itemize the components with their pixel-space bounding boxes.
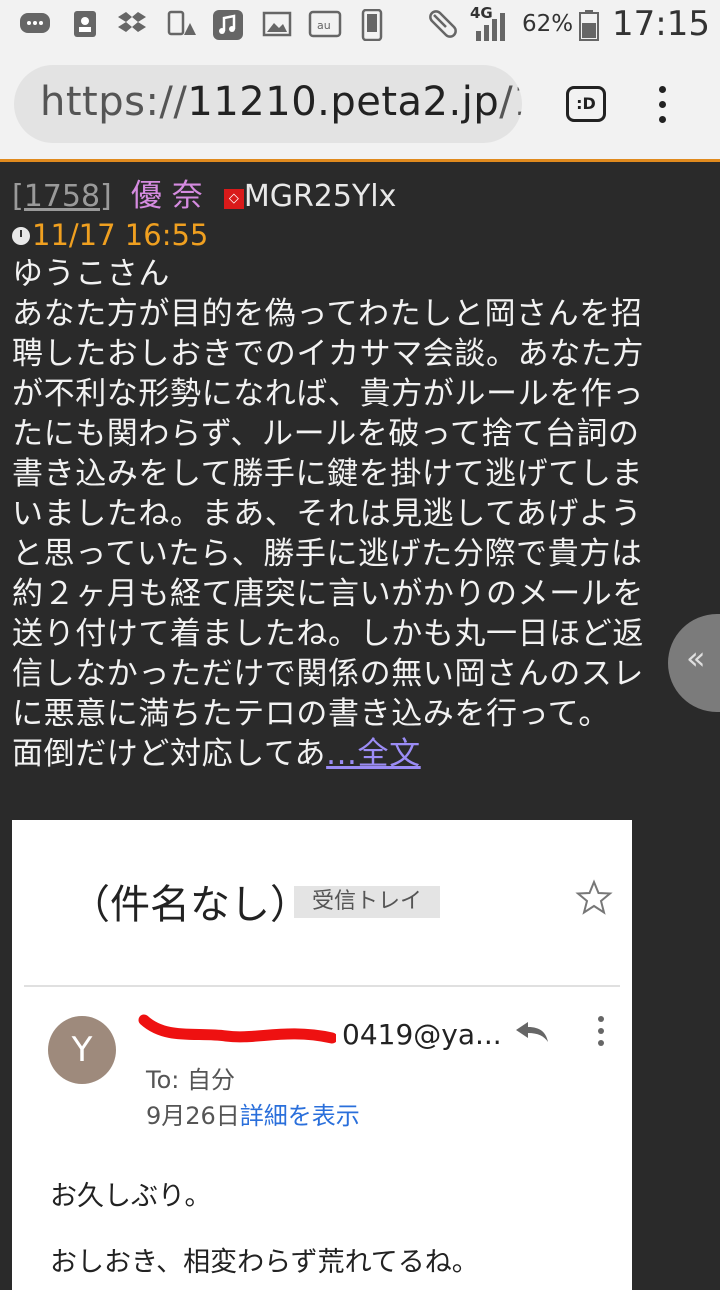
sender-text: 0419@ya... bbox=[342, 1018, 502, 1051]
post-line: あなた方が目的を偽ってわたしと岡さんを招 bbox=[12, 296, 643, 332]
double-chevron-left-icon: « bbox=[686, 639, 706, 677]
browser-toolbar: https://11210.peta2.jp/1: :D bbox=[0, 50, 720, 160]
email-divider bbox=[24, 985, 620, 987]
post-line: 信しなかっただけで関係の無い岡さんのスレ bbox=[12, 656, 644, 692]
svg-text:au: au bbox=[317, 19, 331, 32]
post-line: が不利な形勢になれば、貴方がルールを作っ bbox=[12, 376, 644, 412]
contacts-icon bbox=[74, 11, 96, 37]
post-last-line: 面倒だけど対応してあ...全文 bbox=[12, 734, 702, 774]
post-number-link[interactable]: [1758] bbox=[12, 179, 112, 214]
poster-name: 優 奈 bbox=[130, 178, 203, 214]
chat-icon bbox=[20, 13, 50, 33]
post-line: 書き込みをして勝手に鍵を掛けて逃げてしま bbox=[12, 456, 644, 492]
clock: 17:15 bbox=[612, 4, 710, 44]
email-date-line: 9月26日詳細を表示 bbox=[146, 1096, 360, 1131]
signal-icon bbox=[476, 13, 505, 41]
poster-id: MGR25Ylx bbox=[243, 179, 397, 214]
post-line-text: 面倒だけど対応してあ bbox=[12, 736, 327, 772]
post-line: 送り付けて着ましたね。しかも丸一日ほど返 bbox=[12, 616, 644, 652]
trip-icon: ◇ bbox=[223, 189, 244, 209]
device-warning-icon bbox=[167, 10, 196, 36]
url-path: /1: bbox=[499, 79, 522, 125]
nfc-icon bbox=[429, 10, 457, 38]
post-header: [1758] 優 奈 ◇ MGR25Ylx bbox=[12, 170, 397, 214]
url-text: https://11210.peta2.jp/1: bbox=[40, 79, 522, 125]
post-line: たにも関わらず、ルールを破って捨て台詞の bbox=[12, 416, 640, 452]
phone-icon bbox=[361, 9, 383, 41]
au-icon: au bbox=[308, 10, 342, 38]
post-line: 約２ヶ月も経て唐突に言いがかりのメールを bbox=[12, 576, 644, 612]
more-menu-button[interactable] bbox=[652, 80, 672, 130]
show-details-link: 詳細を表示 bbox=[239, 1102, 360, 1130]
email-body-line: おしおき、相変わらず荒れてるね。 bbox=[50, 1247, 479, 1278]
full-text-link[interactable]: ...全文 bbox=[326, 736, 421, 772]
gallery-icon bbox=[262, 11, 292, 37]
post-line: いましたね。まあ、それは見逃してあげよう bbox=[12, 496, 643, 532]
email-date: 9月26日 bbox=[146, 1102, 240, 1130]
email-body-line: お久しぶり。 bbox=[50, 1181, 212, 1212]
email-more-icon bbox=[596, 1014, 606, 1048]
redaction-mark bbox=[138, 1014, 336, 1044]
reply-icon bbox=[516, 1022, 548, 1042]
avatar: Y bbox=[48, 1016, 116, 1084]
url-host: 11210.peta2.jp bbox=[187, 79, 500, 125]
music-icon bbox=[213, 10, 243, 40]
post-date: 11/17 16:55 bbox=[12, 218, 208, 254]
battery-icon bbox=[579, 10, 599, 41]
post-line: に悪意に満ちたテロの書き込みを行って。 bbox=[12, 696, 610, 732]
accent-divider bbox=[0, 159, 720, 162]
dropbox-icon bbox=[118, 12, 146, 32]
post-date-text: 11/17 16:55 bbox=[32, 218, 209, 252]
attached-email-image[interactable]: （件名なし） 受信トレイ Y 0419@ya... To: 自分 9月26日詳細… bbox=[12, 820, 632, 1290]
email-subject: （件名なし） bbox=[70, 882, 310, 928]
post-line: ゆうこさん bbox=[12, 256, 170, 292]
inbox-label: 受信トレイ bbox=[294, 886, 440, 918]
reader-mode-button[interactable]: :D bbox=[566, 86, 606, 122]
post-line: と思っていたら、勝手に逃げた分際で貴方は bbox=[12, 536, 643, 572]
post-body: ゆうこさん あなた方が目的を偽ってわたしと岡さんを招 聘したおしおきでのイカサマ… bbox=[12, 254, 702, 774]
url-bar[interactable]: https://11210.peta2.jp/1: bbox=[14, 65, 522, 143]
clock-icon bbox=[12, 227, 30, 245]
url-scheme: https:// bbox=[40, 79, 188, 125]
post-line: 聘したおしおきでのイカサマ会談。あなた方 bbox=[12, 336, 644, 372]
battery-percent: 62% bbox=[522, 11, 574, 37]
star-icon bbox=[575, 879, 613, 915]
recipient-line: To: 自分 bbox=[146, 1066, 235, 1094]
status-bar: au 4G 62% 17:15 bbox=[0, 0, 720, 50]
